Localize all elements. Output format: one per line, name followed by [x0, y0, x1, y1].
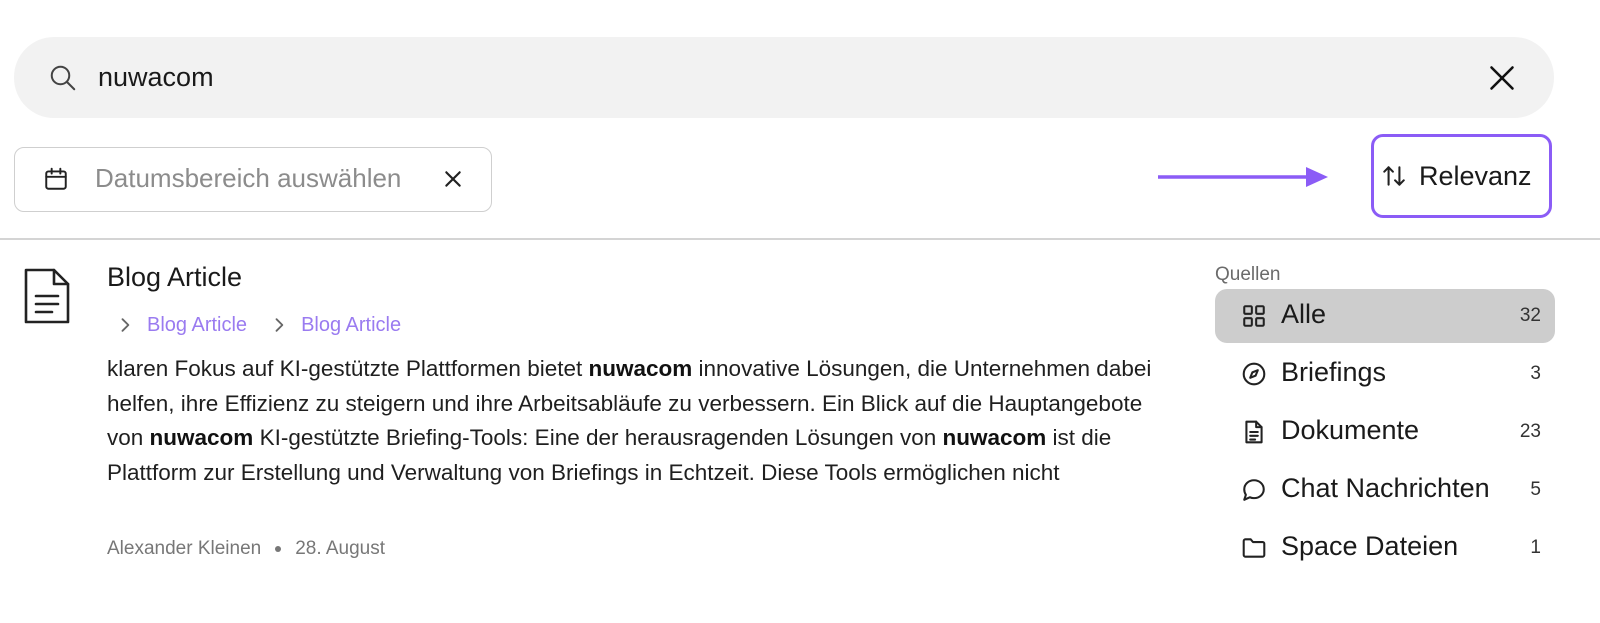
source-label: Dokumente — [1281, 415, 1420, 445]
source-count: 32 — [1519, 305, 1541, 326]
compass-icon — [1242, 362, 1266, 386]
result-date: 28. August — [295, 538, 386, 559]
sort-arrows-icon — [1383, 166, 1405, 186]
chevron-right-icon — [275, 318, 284, 332]
snippet-highlight: nuwacom — [588, 356, 693, 381]
snippet-text: klaren Fokus auf KI-gestützte Plattforme… — [107, 356, 589, 381]
breadcrumb-link[interactable]: Blog Article — [147, 314, 247, 337]
clear-search-icon[interactable] — [1488, 64, 1516, 92]
source-label: Space Dateien — [1281, 531, 1459, 561]
chat-bubble-icon — [1243, 479, 1265, 501]
annotation-arrow-icon — [1158, 167, 1328, 187]
source-count: 3 — [1530, 363, 1541, 384]
result-meta: Alexander Kleinen 28. August — [107, 538, 385, 560]
source-label: Chat Nachrichten — [1281, 473, 1490, 503]
search-bar[interactable] — [14, 37, 1554, 118]
source-item-alle[interactable]: Alle 32 — [1215, 289, 1555, 343]
sources-heading: Quellen — [1215, 264, 1281, 285]
sort-button[interactable]: Relevanz — [1371, 134, 1552, 218]
source-count: 23 — [1519, 421, 1541, 442]
source-label: Briefings — [1281, 357, 1387, 387]
date-range-filter[interactable]: Datumsbereich auswählen — [14, 147, 492, 212]
result-snippet: klaren Fokus auf KI-gestützte Plattforme… — [107, 352, 1167, 490]
sort-label: Relevanz — [1419, 161, 1532, 191]
snippet-text: KI-gestützte Briefing-Tools: Eine der he… — [253, 425, 943, 451]
search-input[interactable] — [98, 57, 1448, 97]
source-item-dokumente[interactable]: Dokumente 23 — [1215, 405, 1555, 459]
result-title[interactable]: Blog Article — [107, 262, 242, 293]
calendar-icon — [45, 167, 67, 190]
search-icon — [50, 65, 76, 91]
document-icon — [1245, 420, 1263, 444]
source-count: 5 — [1530, 479, 1541, 500]
snippet-highlight: nuwacom — [942, 425, 1047, 451]
separator-dot — [275, 546, 282, 552]
folder-icon — [1242, 538, 1266, 558]
source-item-briefings[interactable]: Briefings 3 — [1215, 347, 1555, 401]
divider — [0, 238, 1600, 240]
clear-date-icon[interactable] — [443, 169, 463, 189]
grid-icon — [1243, 305, 1265, 327]
chevron-right-icon — [121, 318, 130, 332]
document-icon — [24, 268, 70, 324]
result-author: Alexander Kleinen — [107, 538, 262, 559]
snippet-highlight: nuwacom — [149, 425, 254, 451]
source-item-chat-nachrichten[interactable]: Chat Nachrichten 5 — [1215, 463, 1555, 517]
source-label: Alle — [1281, 299, 1327, 329]
date-range-placeholder: Datumsbereich auswählen — [95, 163, 402, 193]
source-count: 1 — [1530, 537, 1541, 558]
breadcrumb: Blog Article Blog Article — [115, 310, 423, 340]
breadcrumb-link[interactable]: Blog Article — [301, 314, 401, 337]
source-item-space-dateien[interactable]: Space Dateien 1 — [1215, 521, 1555, 575]
